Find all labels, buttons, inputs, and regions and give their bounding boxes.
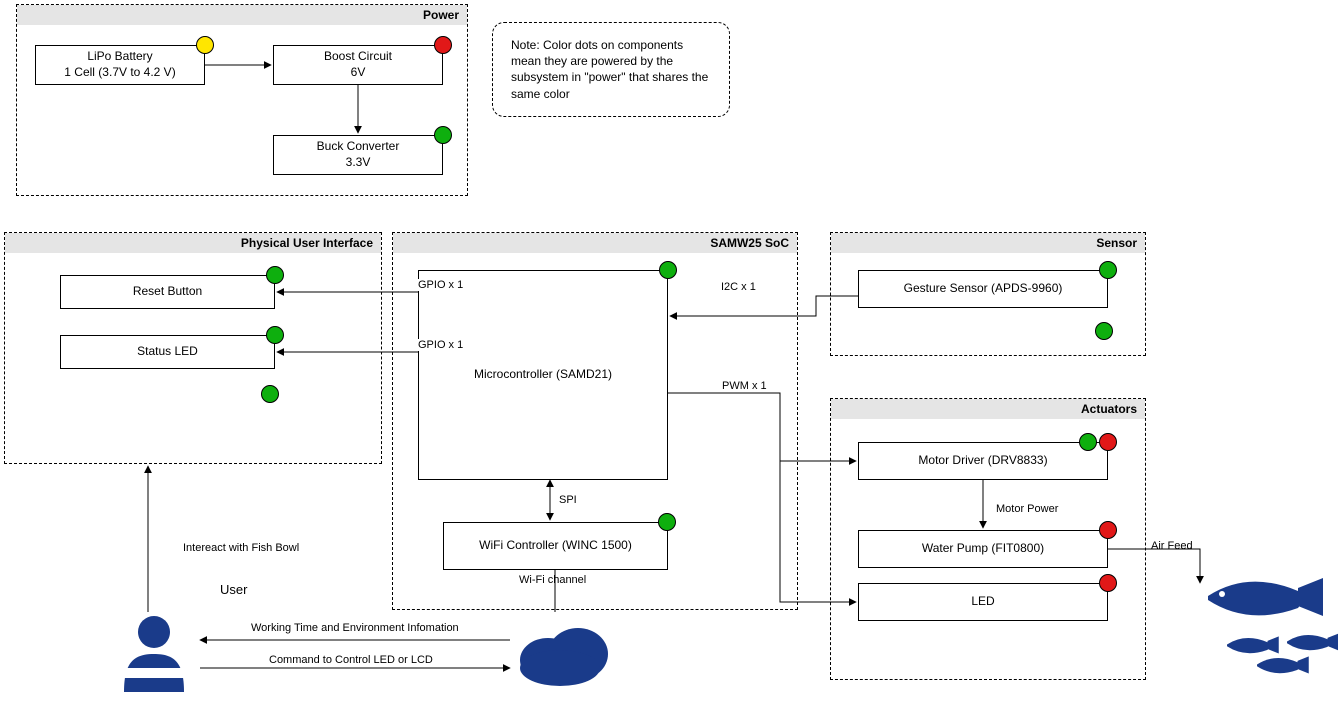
- block-statusled: Status LED: [60, 335, 275, 369]
- dot-reset: [266, 266, 284, 284]
- note-box: Note: Color dots on components mean they…: [492, 22, 730, 117]
- label-i2c: I2C x 1: [720, 281, 757, 293]
- block-mcu: Microcontroller (SAMD21): [418, 270, 668, 480]
- block-buck: Buck Converter 3.3V: [273, 135, 443, 175]
- block-led2: LED: [858, 583, 1108, 621]
- group-actuators-title: Actuators: [831, 399, 1145, 419]
- dot-led2: [1099, 574, 1117, 592]
- label-gpio2: GPIO x 1: [417, 339, 464, 351]
- block-reset: Reset Button: [60, 275, 275, 309]
- block-buck-l2: 3.3V: [346, 155, 371, 171]
- dot-mcu: [659, 261, 677, 279]
- note-text: Note: Color dots on components mean they…: [511, 38, 708, 101]
- block-boost-l2: 6V: [351, 65, 366, 81]
- block-buck-l1: Buck Converter: [317, 139, 400, 155]
- group-power-title: Power: [17, 5, 467, 25]
- block-wifi-l1: WiFi Controller (WINC 1500): [479, 538, 632, 554]
- block-gesture: Gesture Sensor (APDS-9960): [858, 270, 1108, 308]
- fish-icon: [1188, 566, 1338, 676]
- block-boost: Boost Circuit 6V: [273, 45, 443, 85]
- block-motor-l1: Motor Driver (DRV8833): [918, 453, 1047, 469]
- block-boost-l1: Boost Circuit: [324, 49, 392, 65]
- dot-boost: [434, 36, 452, 54]
- group-soc-title: SAMW25 SoC: [393, 233, 797, 253]
- label-wifich: Wi-Fi channel: [518, 574, 587, 586]
- label-spi: SPI: [558, 494, 578, 506]
- dot-motor-r: [1099, 433, 1117, 451]
- block-statusled-l1: Status LED: [137, 344, 198, 360]
- label-cmd: Command to Control LED or LCD: [268, 654, 434, 666]
- label-pwm: PWM x 1: [721, 380, 768, 392]
- label-wtime: Working Time and Environment Infomation: [250, 622, 460, 634]
- label-airfeed: Air Feed: [1150, 540, 1194, 552]
- block-lipo: LiPo Battery 1 Cell (3.7V to 4.2 V): [35, 45, 205, 85]
- dot-pui-overall: [261, 385, 279, 403]
- label-inter: Intereact with Fish Bowl: [182, 542, 300, 554]
- block-led2-l1: LED: [971, 594, 994, 610]
- dot-lipo: [196, 36, 214, 54]
- dot-wifi: [658, 513, 676, 531]
- group-sensor-title: Sensor: [831, 233, 1145, 253]
- block-mcu-l1: Microcontroller (SAMD21): [474, 367, 612, 383]
- block-pump-l1: Water Pump (FIT0800): [922, 541, 1044, 557]
- dot-sensor-overall: [1095, 322, 1113, 340]
- block-wifi: WiFi Controller (WINC 1500): [443, 522, 668, 570]
- block-motor: Motor Driver (DRV8833): [858, 442, 1108, 480]
- block-pump: Water Pump (FIT0800): [858, 530, 1108, 568]
- block-lipo-l1: LiPo Battery: [87, 49, 152, 65]
- user-icon: [118, 612, 190, 692]
- dot-gesture: [1099, 261, 1117, 279]
- dot-statusled: [266, 326, 284, 344]
- dot-motor-g: [1079, 433, 1097, 451]
- label-mpow: Motor Power: [995, 503, 1059, 515]
- block-lipo-l2: 1 Cell (3.7V to 4.2 V): [64, 65, 175, 81]
- block-gesture-l1: Gesture Sensor (APDS-9960): [904, 281, 1063, 297]
- cloud-icon: [512, 616, 612, 686]
- label-user: User: [219, 582, 248, 597]
- group-pui-title: Physical User Interface: [5, 233, 381, 253]
- dot-buck: [434, 126, 452, 144]
- block-reset-l1: Reset Button: [133, 284, 202, 300]
- label-gpio1: GPIO x 1: [417, 279, 464, 291]
- dot-pump: [1099, 521, 1117, 539]
